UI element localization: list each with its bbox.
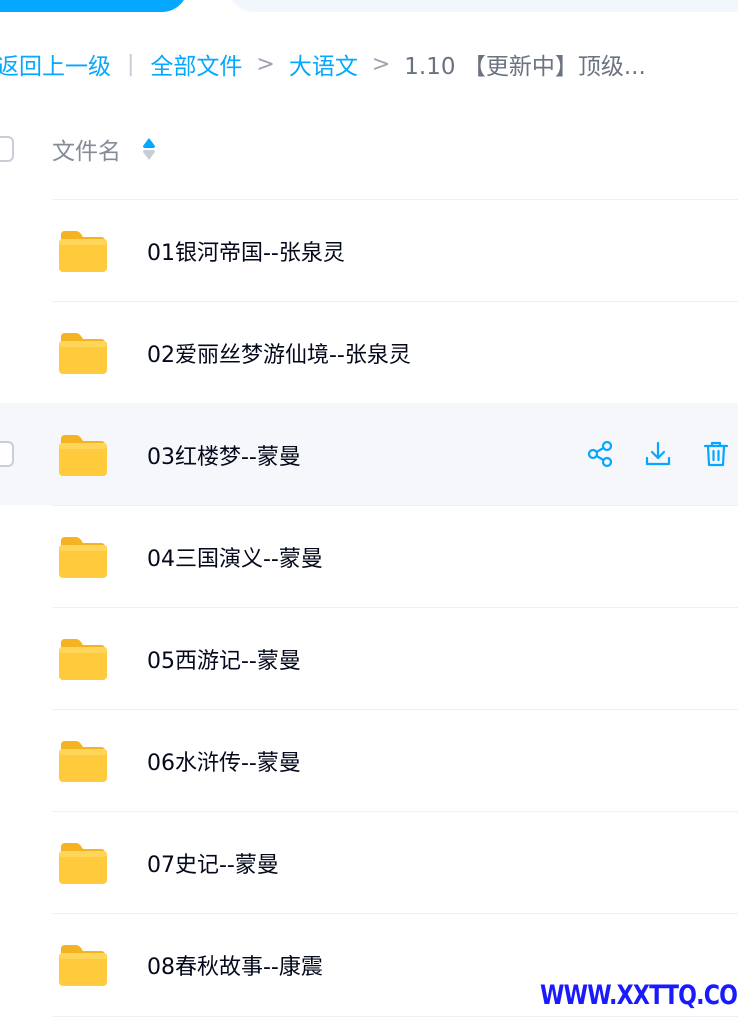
top-action-button[interactable] bbox=[0, 0, 188, 12]
file-list: 01银河帝国--张泉灵 02爱丽丝梦游仙境--张泉灵 03红楼梦--蒙曼 04三… bbox=[0, 199, 738, 1015]
breadcrumb-item-folder[interactable]: 大语文 bbox=[289, 47, 358, 81]
row-checkbox[interactable] bbox=[0, 441, 14, 467]
share-icon[interactable] bbox=[585, 439, 615, 469]
file-browser-page: 返回上一级 | 全部文件 > 大语文 > 1.10 【更新中】顶级... 文件名… bbox=[0, 0, 738, 1018]
folder-icon bbox=[58, 535, 108, 579]
breadcrumb-item-all-files[interactable]: 全部文件 bbox=[150, 47, 242, 81]
sort-icon[interactable] bbox=[141, 136, 157, 162]
file-name[interactable]: 04三国演义--蒙曼 bbox=[147, 541, 323, 573]
folder-icon bbox=[58, 229, 108, 273]
folder-icon bbox=[58, 739, 108, 783]
breadcrumb-separator: | bbox=[127, 51, 135, 77]
back-link[interactable]: 返回上一级 bbox=[0, 47, 111, 81]
breadcrumb-current: 1.10 【更新中】顶级... bbox=[404, 54, 646, 80]
delete-icon[interactable] bbox=[701, 439, 731, 469]
column-header-filename[interactable]: 文件名 bbox=[52, 132, 121, 166]
file-name[interactable]: 03红楼梦--蒙曼 bbox=[147, 439, 301, 471]
breadcrumb: 返回上一级 | 全部文件 > 大语文 > 1.10 【更新中】顶级... bbox=[0, 44, 646, 84]
folder-icon bbox=[58, 433, 108, 477]
file-row[interactable]: 04三国演义--蒙曼 bbox=[0, 505, 738, 607]
file-name[interactable]: 05西游记--蒙曼 bbox=[147, 643, 301, 675]
file-name[interactable]: 02爱丽丝梦游仙境--张泉灵 bbox=[147, 337, 411, 369]
breadcrumb-separator: > bbox=[371, 51, 391, 77]
file-row[interactable]: 06水浒传--蒙曼 bbox=[0, 709, 738, 811]
file-name[interactable]: 06水浒传--蒙曼 bbox=[147, 745, 301, 777]
file-name[interactable]: 01银河帝国--张泉灵 bbox=[147, 235, 345, 267]
file-row[interactable]: 05西游记--蒙曼 bbox=[0, 607, 738, 709]
file-row[interactable]: 07史记--蒙曼 bbox=[0, 811, 738, 913]
file-name[interactable]: 07史记--蒙曼 bbox=[147, 847, 279, 879]
download-icon[interactable] bbox=[643, 439, 673, 469]
file-row[interactable]: 03红楼梦--蒙曼 bbox=[0, 403, 738, 505]
file-name[interactable]: 08春秋故事--康震 bbox=[147, 949, 323, 981]
folder-icon bbox=[58, 943, 108, 987]
file-row[interactable]: 02爱丽丝梦游仙境--张泉灵 bbox=[0, 301, 738, 403]
top-search-bar[interactable] bbox=[228, 0, 738, 12]
folder-icon bbox=[58, 637, 108, 681]
watermark: WWW.XXTTQ.COM bbox=[540, 980, 738, 1011]
list-header: 文件名 bbox=[0, 126, 738, 174]
row-actions bbox=[585, 439, 731, 469]
folder-icon bbox=[58, 331, 108, 375]
file-row[interactable]: 01银河帝国--张泉灵 bbox=[0, 199, 738, 301]
breadcrumb-separator: > bbox=[256, 51, 275, 77]
select-all-checkbox[interactable] bbox=[0, 136, 14, 162]
divider bbox=[52, 1016, 738, 1017]
folder-icon bbox=[58, 841, 108, 885]
